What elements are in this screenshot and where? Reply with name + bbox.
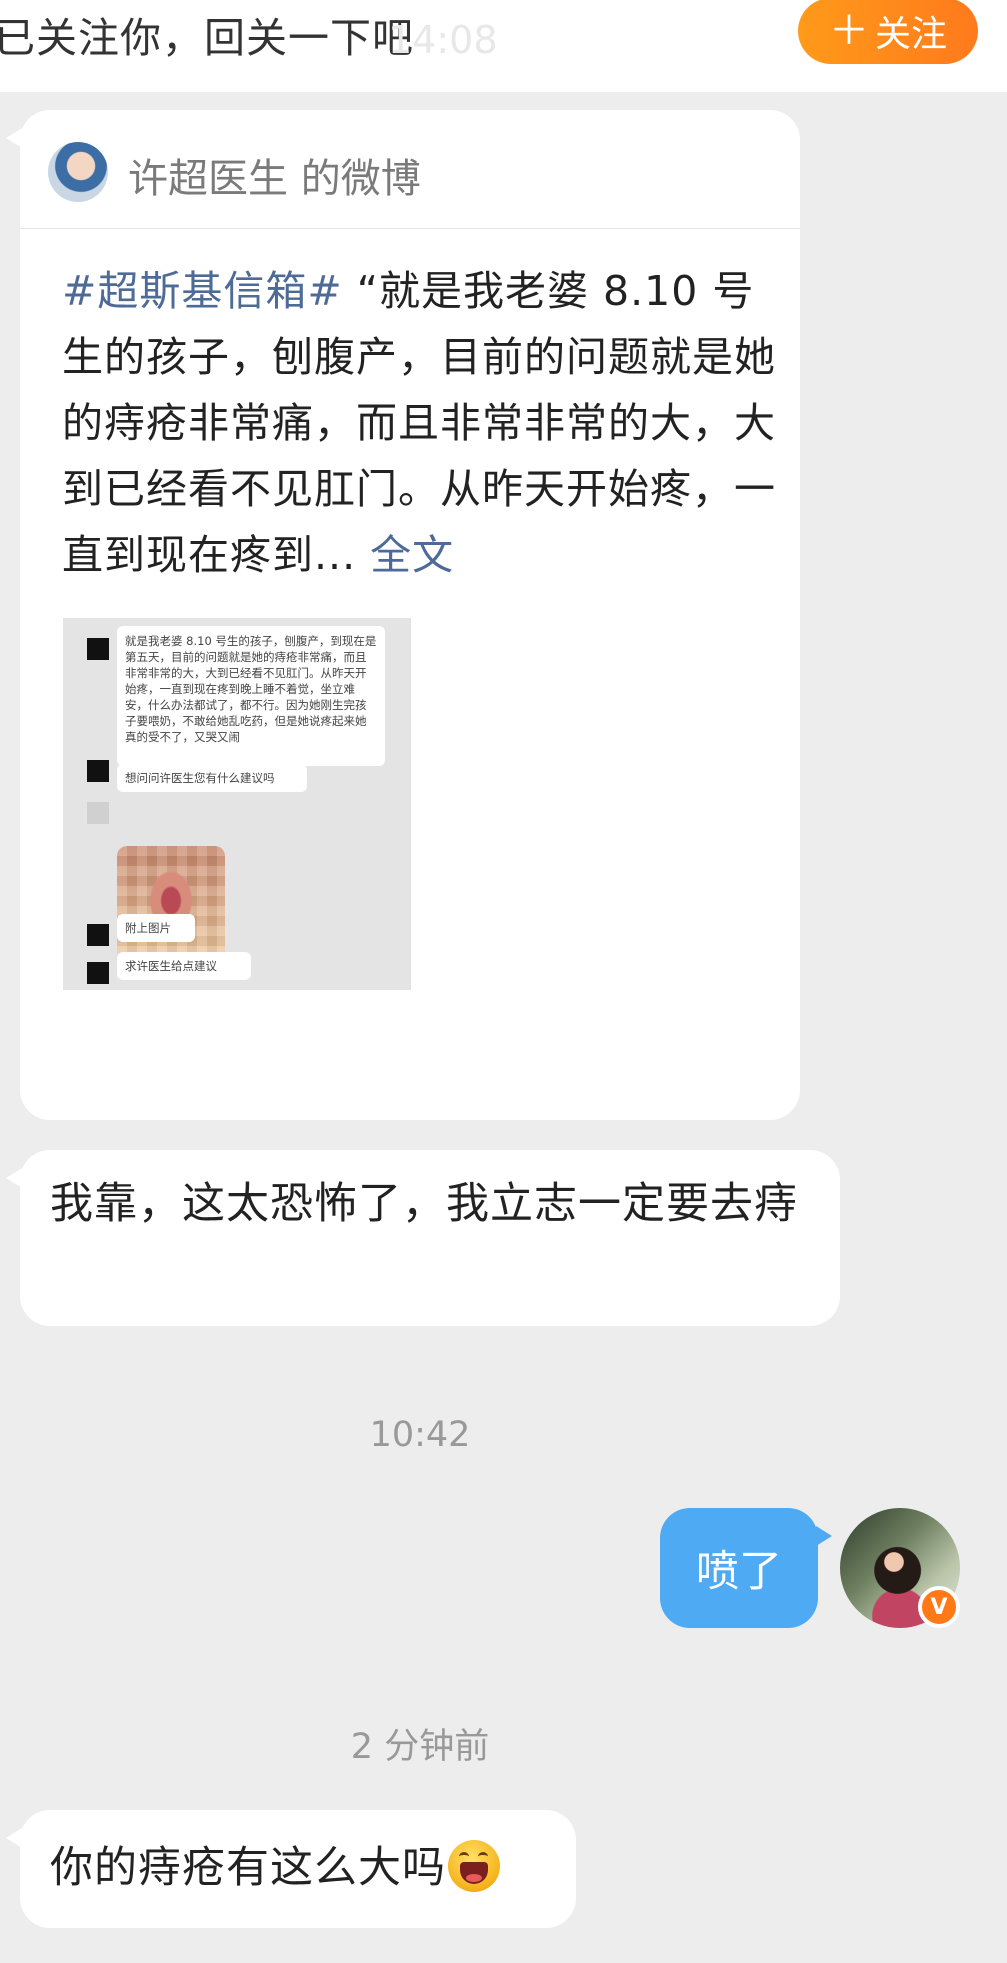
weibo-share-card[interactable]: 许超医生 的微博 #超斯基信箱# “就是我老婆 8.10 号生的孩子，刨腹产，目…: [6, 110, 800, 1120]
card-header[interactable]: 许超医生 的微博: [20, 110, 800, 229]
screenshot-message: 就是我老婆 8.10 号生的孩子，刨腹产，到现在是第五天，目前的问题就是她的痔疮…: [117, 626, 385, 766]
full-text-link[interactable]: 全文: [370, 531, 454, 579]
redacted-avatar: [87, 924, 109, 946]
hashtag-link[interactable]: #超斯基信箱#: [62, 267, 343, 315]
screenshot-message: 想问问许医生您有什么建议吗: [117, 764, 307, 792]
follow-back-banner: 已关注你，回关一下吧 14:08 ＋ 关注: [0, 0, 1007, 92]
redacted-avatar: [87, 962, 109, 984]
redacted-avatar: [87, 760, 109, 782]
author-avatar[interactable]: [48, 142, 108, 202]
follow-back-text: 已关注你，回关一下吧: [0, 14, 414, 62]
author-line: 许超医生 的微博: [128, 156, 421, 202]
message-text: 你的痔疮有这么大吗: [50, 1843, 446, 1893]
message-text-wrapper: 你的痔疮有这么大吗: [50, 1838, 500, 1898]
follow-button-label: 关注: [874, 14, 947, 55]
follow-button[interactable]: ＋ 关注: [798, 0, 978, 64]
screenshot-message: 附上图片: [117, 914, 195, 942]
verified-badge-icon: V: [918, 1586, 960, 1628]
received-message[interactable]: 你的痔疮有这么大吗: [6, 1810, 576, 1928]
sent-message[interactable]: 喷了: [660, 1508, 832, 1628]
message-text: 我靠，这太恐怖了，我立志一定要去痔: [50, 1179, 798, 1229]
message-text: 喷了: [696, 1547, 782, 1597]
redacted-avatar: [87, 802, 109, 824]
chat-screenshot-image[interactable]: 就是我老婆 8.10 号生的孩子，刨腹产，到现在是第五天，目前的问题就是她的痔疮…: [63, 618, 411, 990]
message-timestamp: 10:42: [369, 1415, 471, 1455]
screenshot-message: 求许医生给点建议: [117, 952, 251, 980]
laughing-emoji-icon: [448, 1840, 500, 1892]
plus-icon: ＋: [828, 8, 869, 54]
faded-timestamp: 14:08: [388, 18, 498, 62]
message-timestamp: 2 分钟前: [350, 1727, 490, 1767]
redacted-avatar: [87, 638, 109, 660]
received-message[interactable]: 我靠，这太恐怖了，我立志一定要去痔: [6, 1150, 840, 1326]
weibo-post-text: #超斯基信箱# “就是我老婆 8.10 号生的孩子，刨腹产，目前的问题就是她的痔…: [62, 258, 782, 588]
